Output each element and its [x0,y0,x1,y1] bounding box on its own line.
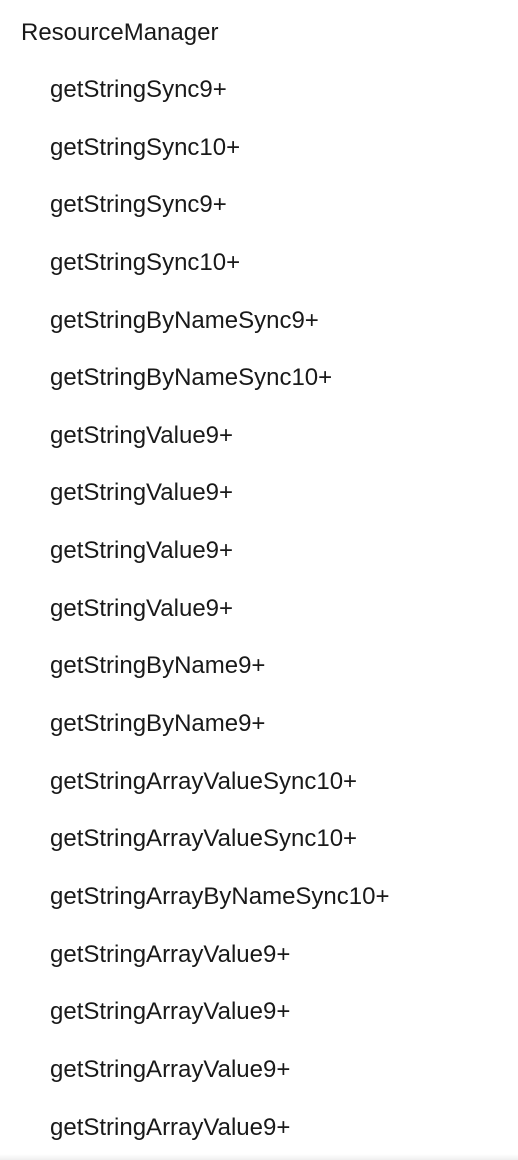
toc-item[interactable]: getStringValue9+ [0,522,518,580]
toc-item[interactable]: getStringArrayByNameSync10+ [0,868,518,926]
toc-item[interactable]: getStringSync9+ [0,176,518,234]
toc-item[interactable]: getStringArrayValue9+ [0,983,518,1041]
toc-item[interactable]: getStringSync10+ [0,119,518,177]
toc-item[interactable]: getStringSync9+ [0,61,518,119]
toc-item[interactable]: getStringByName9+ [0,637,518,695]
toc-section-resourcemanager[interactable]: ResourceManager [21,14,218,52]
toc-item[interactable]: getStringValue9+ [0,407,518,465]
toc-item-list: getStringSync9+ getStringSync10+ getStri… [0,61,518,1156]
toc-item[interactable]: getStringArrayValueSync10+ [0,810,518,868]
toc-item[interactable]: getStringArrayValueSync10+ [0,753,518,811]
toc-item[interactable]: getStringByNameSync10+ [0,349,518,407]
toc-panel: ResourceManager getStringSync9+ getStrin… [0,0,518,1160]
toc-item[interactable]: getStringSync10+ [0,234,518,292]
toc-item[interactable]: getStringValue9+ [0,464,518,522]
bottom-edge-shadow [0,1154,518,1160]
toc-item[interactable]: getStringArrayValue9+ [0,1041,518,1099]
toc-item[interactable]: getStringValue9+ [0,580,518,638]
toc-item[interactable]: getStringArrayValue9+ [0,1099,518,1157]
toc-item[interactable]: getStringArrayValue9+ [0,926,518,984]
toc-item[interactable]: getStringByNameSync9+ [0,292,518,350]
toc-item[interactable]: getStringByName9+ [0,695,518,753]
